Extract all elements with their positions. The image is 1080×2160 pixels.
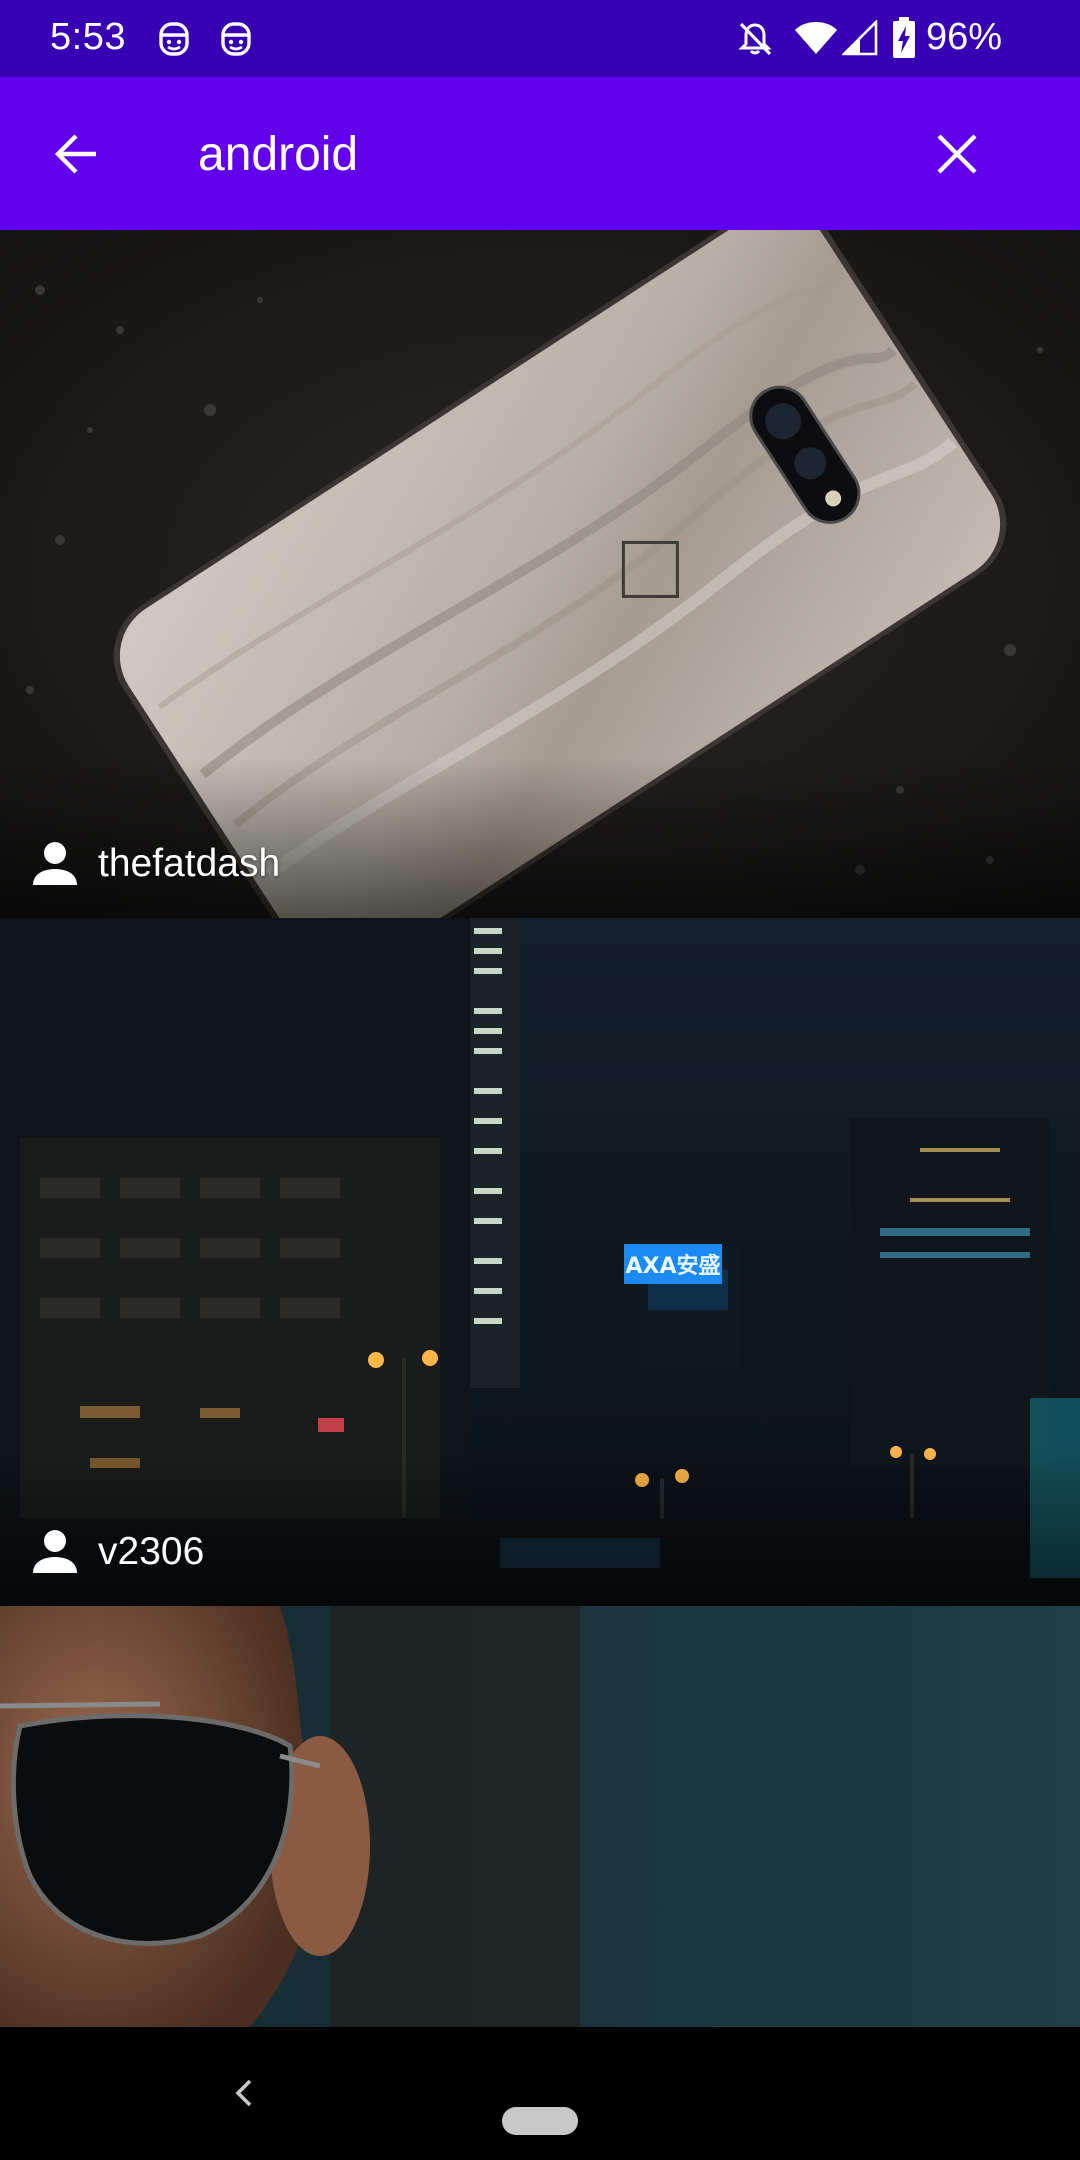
photo-card[interactable]	[0, 1606, 1080, 2027]
clear-search-button[interactable]	[918, 115, 996, 193]
notifications-off-icon	[736, 20, 774, 58]
back-button[interactable]	[37, 115, 115, 193]
nav-back-icon	[235, 2079, 252, 2107]
battery-charging-icon	[892, 17, 916, 59]
axa-sign: AXA安盛	[625, 1253, 720, 1279]
person-icon	[30, 1527, 80, 1577]
navigation-bar	[0, 2027, 1080, 2160]
battery-percent: 96%	[926, 16, 1003, 58]
status-bar: 5:53 96%	[0, 0, 1080, 77]
author-name: v2306	[98, 1530, 205, 1573]
status-time: 5:53	[50, 16, 126, 58]
wifi-icon	[794, 20, 838, 56]
arrow-back-icon	[54, 134, 96, 174]
photo-author: v2306	[30, 1524, 204, 1580]
person-icon	[30, 839, 80, 889]
search-app-bar	[0, 77, 1080, 230]
photo-image	[0, 1606, 1080, 2027]
author-name: thefatdash	[98, 842, 281, 885]
face-notification-icon	[218, 20, 254, 58]
search-input[interactable]	[198, 117, 898, 191]
nav-home-pill[interactable]	[502, 2107, 578, 2135]
photo-author: thefatdash	[30, 836, 280, 892]
nav-back-button[interactable]	[222, 2071, 266, 2115]
photo-card[interactable]: AXA安盛 v2306	[0, 918, 1080, 1606]
face-notification-icon	[156, 20, 192, 58]
photo-card[interactable]: thefatdash	[0, 230, 1080, 918]
close-icon	[937, 134, 977, 174]
cell-signal-icon	[842, 20, 878, 56]
